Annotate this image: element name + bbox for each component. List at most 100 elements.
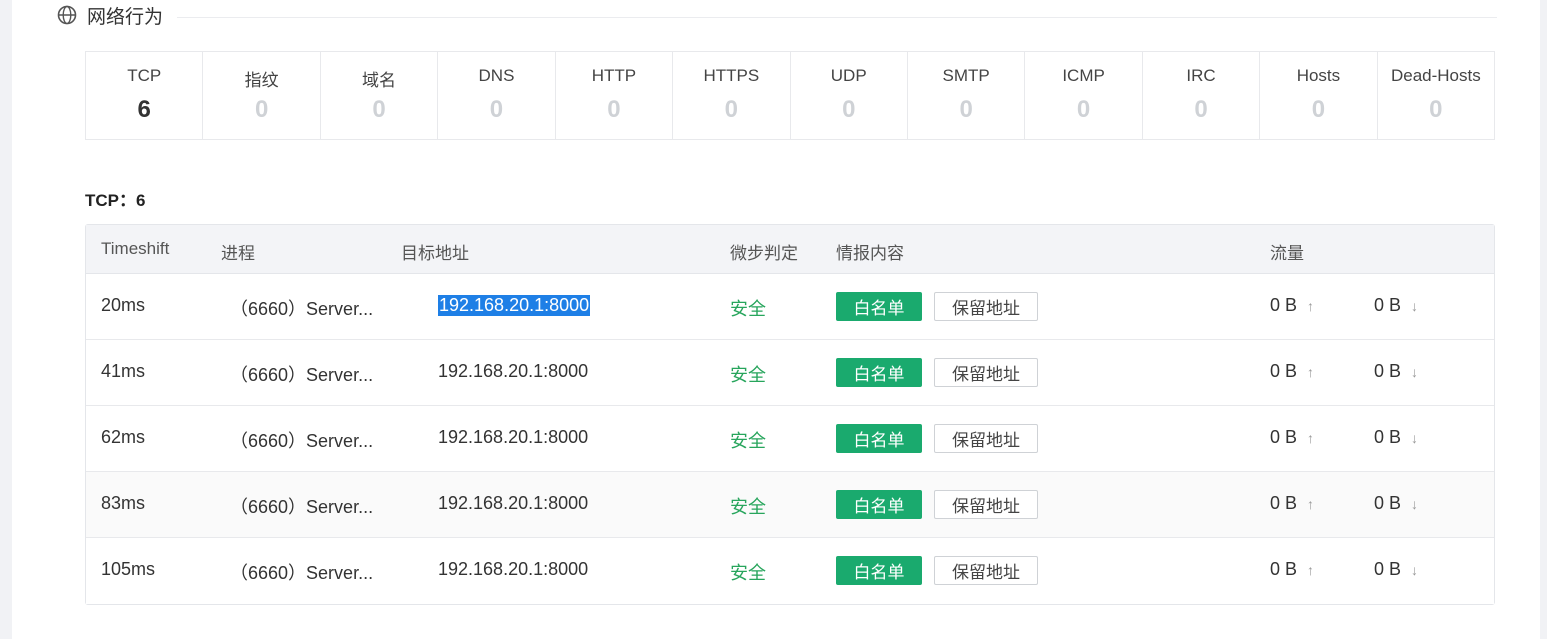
down-value: 0 B	[1374, 559, 1402, 579]
cell-traffic-down: 0 B ↓	[1374, 427, 1418, 448]
stat-count: 6	[137, 96, 151, 123]
table-row[interactable]: 105ms （6660）Server... 192.168.20.1:8000 安全 白…	[86, 538, 1494, 604]
cell-verdict: 安全	[730, 497, 766, 517]
stat-域名[interactable]: 域名 0	[321, 52, 439, 139]
globe-icon	[57, 5, 77, 25]
stat-irc[interactable]: IRC 0	[1143, 52, 1261, 139]
stat-label: SMTP	[942, 66, 990, 85]
stat-label: Hosts	[1296, 66, 1341, 85]
stat-label: 指纹	[244, 71, 279, 90]
arrow-up-icon: ↑	[1307, 430, 1315, 446]
section-divider	[177, 16, 1497, 18]
down-value: 0 B	[1374, 427, 1402, 447]
up-value: 0 B	[1270, 493, 1298, 513]
stat-smtp[interactable]: SMTP 0	[908, 52, 1026, 139]
arrow-up-icon: ↑	[1307, 298, 1315, 314]
stat-count: 0	[1076, 96, 1091, 123]
cell-dest-address[interactable]: 192.168.20.1:8000	[438, 493, 588, 514]
down-value: 0 B	[1374, 295, 1402, 315]
cell-timeshift: 41ms	[101, 361, 146, 381]
arrow-down-icon: ↓	[1411, 430, 1419, 446]
down-value: 0 B	[1374, 493, 1402, 513]
cell-dest-address[interactable]: 192.168.20.1:8000	[438, 427, 588, 448]
stat-hosts[interactable]: Hosts 0	[1260, 52, 1378, 139]
reserved-address-tag: 保留地址	[934, 556, 1038, 585]
arrow-down-icon: ↓	[1411, 298, 1419, 314]
stat-count: 0	[489, 96, 504, 123]
header-traffic: 流量	[1270, 244, 1304, 263]
cell-traffic-up: 0 B ↑	[1270, 295, 1314, 316]
stat-http[interactable]: HTTP 0	[556, 52, 674, 139]
up-value: 0 B	[1270, 361, 1298, 381]
header-dest: 目标地址	[401, 244, 469, 263]
whitelist-tag: 白名单	[836, 424, 922, 453]
reserved-address-tag: 保留地址	[934, 490, 1038, 519]
stat-https[interactable]: HTTPS 0	[673, 52, 791, 139]
cell-process[interactable]: （6660）Server...	[230, 559, 373, 585]
cell-traffic-up: 0 B ↑	[1270, 427, 1314, 448]
stat-count: 0	[607, 96, 621, 123]
stat-label: ICMP	[1062, 66, 1105, 85]
arrow-up-icon: ↑	[1307, 364, 1315, 380]
table-row[interactable]: 83ms （6660）Server... 192.168.20.1:8000 安全 白名…	[86, 472, 1494, 538]
stat-label: HTTPS	[703, 66, 760, 85]
up-value: 0 B	[1270, 295, 1298, 315]
up-value: 0 B	[1270, 559, 1298, 579]
stat-count: 0	[842, 96, 856, 123]
stat-指纹[interactable]: 指纹 0	[203, 52, 321, 139]
stat-tcp[interactable]: TCP 6	[86, 52, 204, 139]
whitelist-tag: 白名单	[836, 490, 922, 519]
cell-timeshift: 20ms	[101, 295, 146, 315]
stat-dns[interactable]: DNS 0	[438, 52, 556, 139]
stat-label: Dead-Hosts	[1390, 66, 1481, 85]
tcp-table: Timeshift 进程 目标地址 微步判定 情报内容 流量 20ms （6660…	[85, 224, 1495, 605]
stat-label: IRC	[1186, 66, 1216, 85]
stat-icmp[interactable]: ICMP 0	[1025, 52, 1143, 139]
whitelist-tag: 白名单	[836, 292, 922, 321]
cell-traffic-down: 0 B ↓	[1374, 559, 1418, 580]
stat-count: 0	[959, 96, 973, 123]
cell-traffic-up: 0 B ↑	[1270, 361, 1314, 382]
page-edge	[1540, 0, 1547, 639]
cell-dest-address[interactable]: 192.168.20.1:8000	[438, 559, 588, 580]
cell-dest-address[interactable]: 192.168.20.1:8000	[438, 361, 588, 382]
cell-traffic-down: 0 B ↓	[1374, 295, 1418, 316]
network-behavior-card: 网络行为 TCP 6 指纹 0 域名 0 DNS 0 HTTP 0 HTTPS 0 UDP 0 SMTP 0 I…	[12, 0, 1540, 639]
section-title: 网络行为	[87, 6, 164, 28]
cell-process[interactable]: （6660）Server...	[230, 493, 373, 519]
table-row[interactable]: 62ms （6660）Server... 192.168.20.1:8000 安全 白名…	[86, 406, 1494, 472]
cell-verdict: 安全	[730, 365, 766, 385]
table-header: Timeshift 进程 目标地址 微步判定 情报内容 流量	[86, 225, 1494, 274]
cell-verdict: 安全	[730, 431, 766, 451]
arrow-down-icon: ↓	[1411, 562, 1419, 578]
cell-traffic-up: 0 B ↑	[1270, 493, 1314, 514]
cell-traffic-up: 0 B ↑	[1270, 559, 1314, 580]
cell-process[interactable]: （6660）Server...	[230, 361, 373, 387]
stat-count: 0	[1311, 96, 1326, 123]
cell-timeshift: 105ms	[101, 559, 156, 579]
reserved-address-tag: 保留地址	[934, 358, 1038, 387]
stat-dead-hosts[interactable]: Dead-Hosts 0	[1378, 52, 1494, 139]
stat-count: 0	[1194, 96, 1208, 123]
stat-count: 0	[254, 96, 269, 123]
cell-process[interactable]: （6660）Server...	[230, 427, 373, 453]
cell-traffic-down: 0 B ↓	[1374, 493, 1418, 514]
stat-udp[interactable]: UDP 0	[791, 52, 908, 139]
cell-process[interactable]: （6660）Server...	[230, 295, 373, 321]
protocol-stats: TCP 6 指纹 0 域名 0 DNS 0 HTTP 0 HTTPS 0 UDP 0 SMTP 0 ICMP 0 I…	[85, 51, 1495, 140]
table-row[interactable]: 20ms （6660）Server... 192.168.20.1:8000 安全 白名…	[86, 274, 1494, 340]
cell-dest-address[interactable]: 192.168.20.1:8000	[438, 295, 591, 316]
stat-label: DNS	[478, 66, 515, 85]
stat-count: 0	[1429, 96, 1443, 123]
reserved-address-tag: 保留地址	[934, 424, 1038, 453]
table-row[interactable]: 41ms （6660）Server... 192.168.20.1:8000 安全 白名…	[86, 340, 1494, 406]
stat-count: 0	[372, 96, 386, 123]
header-timeshift: Timeshift	[101, 239, 170, 258]
whitelist-tag: 白名单	[836, 358, 922, 387]
up-value: 0 B	[1270, 427, 1298, 447]
cell-verdict: 安全	[730, 299, 766, 319]
header-verdict: 微步判定	[730, 244, 798, 263]
down-value: 0 B	[1374, 361, 1402, 381]
header-process: 进程	[221, 244, 255, 263]
table-body: 20ms （6660）Server... 192.168.20.1:8000 安全 白名…	[86, 274, 1494, 604]
